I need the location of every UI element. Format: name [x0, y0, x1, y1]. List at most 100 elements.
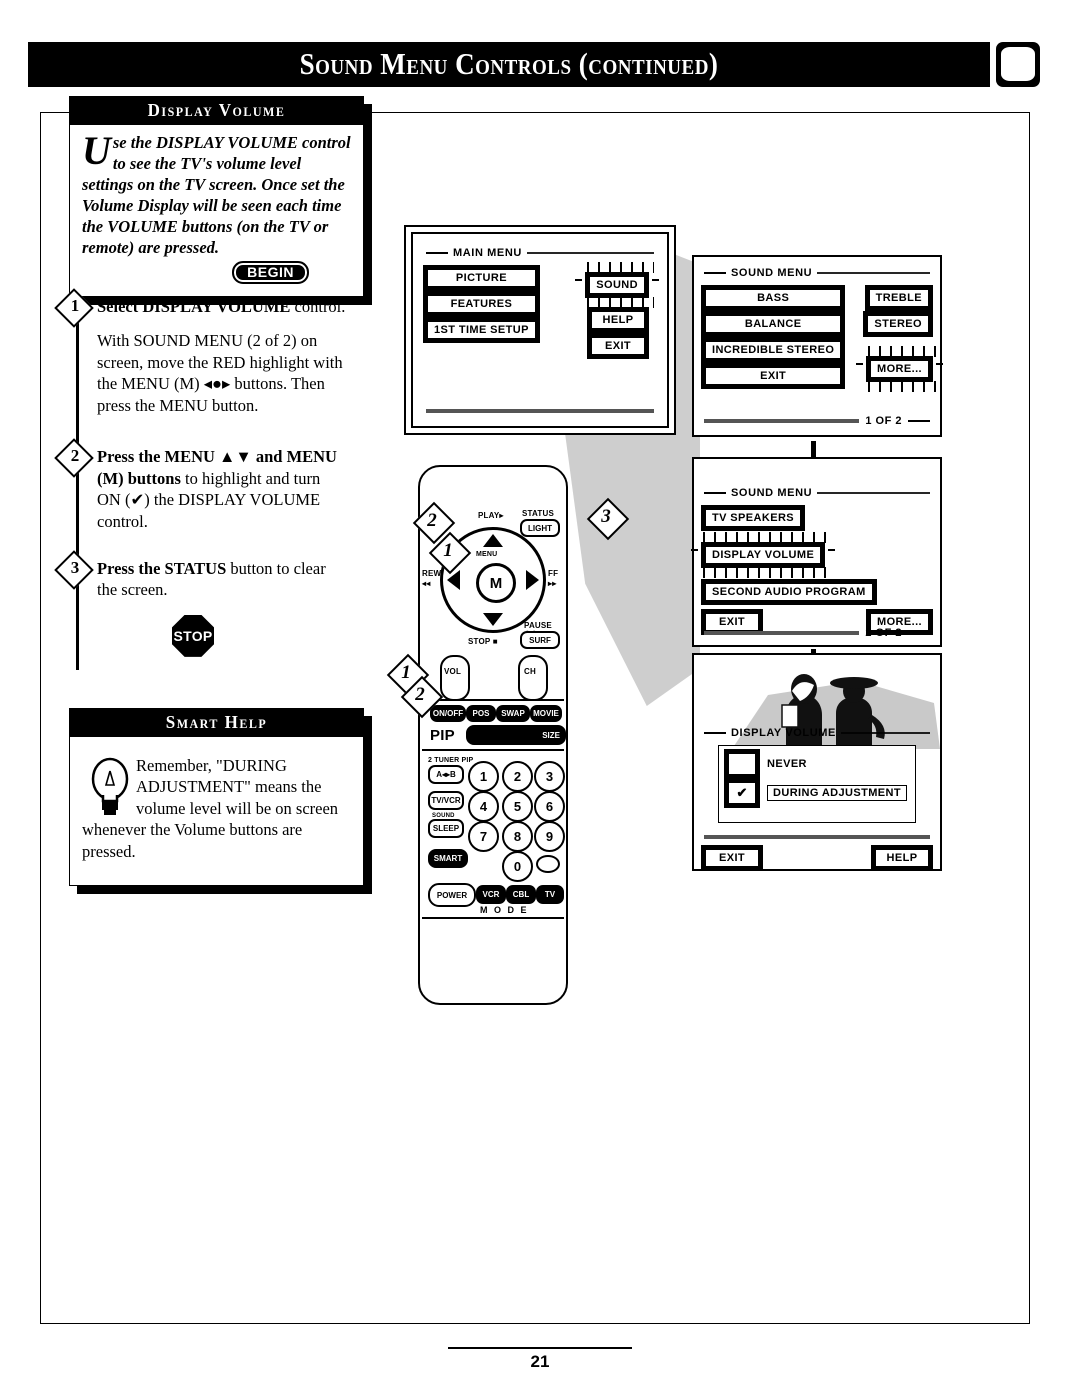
menu-button-display-volume[interactable]: DISPLAY VOLUME — [700, 542, 826, 568]
sound-menu-2-screen: SOUND MENU TV SPEAKERS DISPLAY VOLUME SE… — [691, 457, 942, 647]
display-volume-option-during-adjustment[interactable]: ✔ DURING ADJUSTMENT — [724, 778, 907, 808]
menu-button-stereo[interactable]: STEREO — [863, 311, 933, 337]
menu-button-more[interactable]: MORE... — [866, 356, 933, 382]
remote-label-play: PLAY▸ — [478, 511, 504, 520]
remote-button-power[interactable]: POWER — [428, 883, 476, 907]
menu-down-arrow-icon[interactable] — [483, 613, 503, 626]
callout-1-upper: 1 — [424, 531, 476, 575]
main-menu-title-row: MAIN MENU — [426, 247, 654, 259]
remote-button-tv-vcr[interactable]: TV/VCR — [428, 791, 464, 810]
step-1: 1 Select DISPLAY VOLUME control. With SO… — [47, 288, 347, 416]
remote-label-ch: CH — [524, 667, 536, 676]
remote-label-mode: M O D E — [480, 905, 529, 915]
step-3-text: Press the STATUS button to clear the scr… — [97, 558, 347, 601]
remote-button-surf[interactable]: SURF — [520, 631, 560, 649]
menu-button-incredible-stereo[interactable]: INCREDIBLE STEREO — [700, 337, 846, 363]
remote-key-7[interactable]: 7 — [468, 821, 499, 852]
remote-button-sleep[interactable]: SLEEP — [428, 819, 464, 838]
smart-help-body-wrap: Remember, "DURING ADJUSTMENT" means the … — [69, 737, 364, 886]
sound-menu-1-page-label: 1 OF 2 — [865, 415, 902, 427]
sound-menu-2-buttons: TV SPEAKERS DISPLAY VOLUME SECOND AUDIO … — [691, 505, 930, 605]
intro-paragraph: Use the DISPLAY VOLUME control to see th… — [82, 128, 351, 259]
step-2-text: Press the MENU ▲▼ and MENU (M) buttons t… — [97, 446, 347, 532]
remote-button-ab-swap[interactable]: A◂▸B — [428, 765, 464, 784]
remote-key-4[interactable]: 4 — [468, 791, 499, 822]
menu-up-arrow-icon[interactable] — [483, 534, 503, 547]
remote-button-channel[interactable] — [518, 655, 548, 701]
smart-help-body: Remember, "DURING ADJUSTMENT" means the … — [82, 745, 351, 873]
menu-button-sound[interactable]: SOUND — [585, 272, 649, 298]
label-during-adjustment: DURING ADJUSTMENT — [767, 785, 907, 801]
step-3-number-diamond: 3 — [54, 550, 100, 590]
steps-area: 1 Select DISPLAY VOLUME control. With SO… — [47, 288, 347, 670]
menu-button-exit[interactable]: EXIT — [700, 363, 846, 389]
display-volume-option-never[interactable]: NEVER — [724, 749, 907, 779]
sound-menu-1-title: SOUND MENU — [731, 267, 813, 279]
menu-button-help[interactable]: HELP — [587, 307, 649, 333]
couple-illustration — [732, 674, 940, 749]
remote-button-vcr[interactable]: VCR — [476, 885, 506, 904]
menu-button-bass[interactable]: BASS — [700, 285, 846, 311]
remote-key-6[interactable]: 6 — [534, 791, 565, 822]
manual-page: Sound Menu Controls (continued) Display … — [0, 0, 1080, 1397]
remote-button-pip-size[interactable]: SIZE — [466, 725, 566, 745]
display-volume-title-row: DISPLAY VOLUME — [704, 727, 930, 739]
lightbulb-icon — [91, 757, 129, 815]
remote-button-menu-m[interactable]: M — [476, 563, 516, 603]
remote-key-3[interactable]: 3 — [534, 761, 565, 792]
intro-panel-body: Use the DISPLAY VOLUME control to see th… — [69, 125, 364, 297]
checkbox-during-adjustment[interactable]: ✔ — [724, 778, 760, 808]
display-volume-intro-panel: Display Volume Use the DISPLAY VOLUME co… — [69, 96, 372, 305]
remote-key-2[interactable]: 2 — [502, 761, 533, 792]
intro-dropcap: U — [82, 128, 111, 173]
menu-right-arrow-icon[interactable] — [526, 570, 539, 590]
display-volume-screen: DISPLAY VOLUME NEVER ✔ DURING ADJUSTMENT — [692, 653, 942, 871]
menu-button-treble[interactable]: TREBLE — [864, 285, 934, 311]
remote-button-cbl[interactable]: CBL — [506, 885, 536, 904]
step-3-number: 3 — [70, 557, 80, 577]
menu-button-help[interactable]: HELP — [871, 845, 933, 871]
remote-key-8[interactable]: 8 — [502, 821, 533, 852]
remote-key-blank[interactable] — [536, 855, 560, 873]
menu-button-picture[interactable]: PICTURE — [423, 265, 540, 291]
menu-button-second-audio-program[interactable]: SECOND AUDIO PROGRAM — [701, 579, 877, 605]
checkbox-never[interactable] — [724, 749, 760, 779]
remote-button-smart[interactable]: SMART — [428, 849, 468, 868]
display-volume-options-panel: NEVER ✔ DURING ADJUSTMENT — [718, 745, 916, 823]
smart-help-title: Smart Help — [165, 712, 268, 732]
remote-label-pip: PIP — [430, 727, 455, 744]
footer-rule — [448, 1347, 632, 1349]
remote-key-1[interactable]: 1 — [468, 761, 499, 792]
menu-button-1st-time-setup[interactable]: 1ST TIME SETUP — [423, 317, 540, 343]
step-1-text: Select DISPLAY VOLUME control. With SOUN… — [97, 296, 347, 416]
menu-button-balance[interactable]: BALANCE — [700, 311, 846, 337]
remote-button-pip-movie[interactable]: MOVIE — [530, 705, 562, 722]
remote-label-ff-icon: ▸▸ — [548, 579, 557, 588]
sound-menu-1-content: SOUND MENU BASS BALANCE INCREDIBLE STERE… — [700, 267, 943, 427]
menu-button-exit[interactable]: EXIT — [701, 845, 763, 871]
label-never: NEVER — [767, 758, 807, 770]
remote-key-0[interactable]: 0 — [502, 851, 533, 882]
remote-button-pip-swap[interactable]: SWAP — [496, 705, 530, 722]
main-menu-page-bar — [426, 409, 654, 413]
sound-menu-2-page-bar: 2 OF 2 — [704, 627, 930, 639]
callout-2-upper: 2 — [408, 501, 460, 545]
sound-menu-1-page-bar: 1 OF 2 — [704, 415, 930, 427]
menu-button-display-volume-wrap: DISPLAY VOLUME — [691, 532, 836, 578]
step-2: 2 Press the MENU ▲▼ and MENU (M) buttons… — [47, 438, 347, 532]
remote-key-9[interactable]: 9 — [534, 821, 565, 852]
menu-button-exit[interactable]: EXIT — [587, 333, 649, 359]
page-header-banner: Sound Menu Controls (continued) — [28, 42, 990, 87]
remote-button-pip-pos[interactable]: POS — [466, 705, 496, 722]
intro-panel-header: Display Volume — [69, 96, 364, 125]
step-1-number: 1 — [70, 296, 80, 315]
main-menu-content: MAIN MENU PICTURE FEATURES 1ST TIME SETU… — [423, 247, 659, 413]
main-menu-left-column: PICTURE FEATURES 1ST TIME SETUP — [423, 265, 540, 359]
step-3: 3 Press the STATUS button to clear the s… — [47, 550, 347, 601]
menu-button-features[interactable]: FEATURES — [423, 291, 540, 317]
sound-menu-2-content: SOUND MENU TV SPEAKERS DISPLAY VOLUME SE… — [691, 469, 933, 639]
menu-button-tv-speakers[interactable]: TV SPEAKERS — [700, 505, 806, 531]
step-1-lead: Select DISPLAY VOLUME — [97, 297, 291, 316]
remote-key-5[interactable]: 5 — [502, 791, 533, 822]
remote-button-tv[interactable]: TV — [536, 885, 564, 904]
